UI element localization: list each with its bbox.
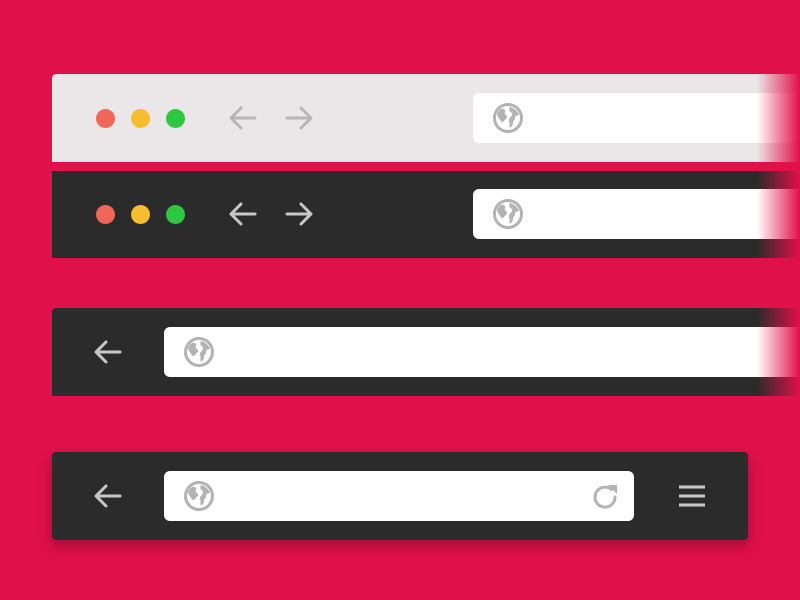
address-bar[interactable]	[473, 189, 800, 239]
address-bar[interactable]	[473, 93, 800, 143]
menu-button[interactable]	[675, 479, 709, 513]
back-button[interactable]	[226, 101, 260, 135]
minimize-window-button[interactable]	[131, 109, 150, 128]
back-button[interactable]	[91, 335, 125, 369]
menu-icon	[679, 485, 705, 507]
globe-icon	[184, 481, 214, 511]
forward-button[interactable]	[282, 197, 316, 231]
forward-button[interactable]	[282, 101, 316, 135]
address-bar[interactable]	[164, 327, 800, 377]
maximize-window-button[interactable]	[166, 205, 185, 224]
back-arrow-icon	[94, 340, 122, 364]
canvas-background	[0, 0, 800, 600]
reload-icon[interactable]	[590, 482, 620, 512]
forward-arrow-icon	[285, 202, 313, 226]
browser-toolbar-minimal	[52, 308, 800, 396]
forward-arrow-icon	[285, 106, 313, 130]
globe-icon	[493, 103, 523, 133]
address-bar[interactable]	[164, 471, 634, 521]
back-arrow-icon	[94, 484, 122, 508]
back-button[interactable]	[226, 197, 260, 231]
minimize-window-button[interactable]	[131, 205, 150, 224]
globe-icon	[184, 337, 214, 367]
maximize-window-button[interactable]	[166, 109, 185, 128]
back-button[interactable]	[91, 479, 125, 513]
back-arrow-icon	[229, 202, 257, 226]
browser-toolbar-mobile	[52, 452, 748, 540]
back-arrow-icon	[229, 106, 257, 130]
browser-toolbar-dark	[52, 171, 800, 258]
globe-icon	[493, 199, 523, 229]
close-window-button[interactable]	[96, 109, 115, 128]
close-window-button[interactable]	[96, 205, 115, 224]
browser-toolbar-light	[52, 74, 800, 162]
